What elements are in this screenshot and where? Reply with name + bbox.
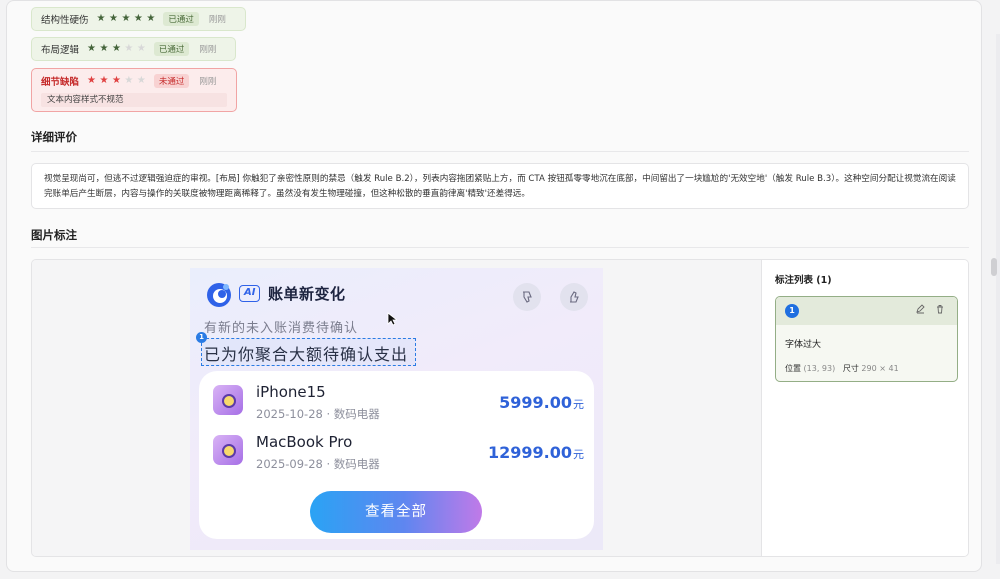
status-badge: 未通过: [153, 74, 190, 88]
annotation-mark-box[interactable]: [201, 338, 416, 366]
annotation-canvas[interactable]: AI 账单新变化 有新的未入账消费待确认 已为你聚合大额待确认支出 1 iPho…: [32, 260, 762, 556]
section-divider: [31, 151, 969, 152]
issue-detail: 文本内容样式不规范: [41, 93, 227, 107]
price-unit: 元: [573, 398, 584, 411]
right-edge-strip: [996, 34, 1000, 564]
trash-icon[interactable]: [933, 304, 947, 318]
card-subtitle: 有新的未入账消费待确认: [204, 321, 359, 336]
star-icon: ★: [124, 43, 134, 54]
star-icon: ★: [99, 75, 109, 86]
star-icon: ★: [111, 75, 121, 86]
annotation-item[interactable]: 1 字体过大 位置 (13, 93) 尺寸 290 × 41: [775, 296, 958, 382]
star-icon: ★: [96, 13, 106, 24]
view-all-button[interactable]: 查看全部: [310, 491, 482, 533]
annotation-workspace: AI 账单新变化 有新的未入账消费待确认 已为你聚合大额待确认支出 1 iPho…: [31, 259, 969, 557]
annotation-mark-number: 1: [196, 332, 207, 343]
thumb-up-icon[interactable]: [560, 283, 588, 311]
price-value: 12999.00: [487, 443, 572, 462]
rating-stars: ★ ★ ★ ★ ★: [87, 76, 146, 86]
timestamp: 刚刚: [199, 45, 217, 55]
bill-list-card: iPhone15 2025-10-28 · 数码电器 5999.00元 MacB…: [199, 371, 594, 539]
star-icon: ★: [124, 75, 134, 86]
star-icon: ★: [121, 13, 131, 24]
star-icon: ★: [87, 75, 96, 86]
star-icon: ★: [99, 43, 109, 54]
star-icon: ★: [108, 13, 118, 24]
item-price: 5999.00元: [499, 393, 584, 412]
item-name: iPhone15: [256, 383, 326, 401]
annotation-meta: 位置 (13, 93) 尺寸 290 × 41: [785, 363, 899, 374]
item-name: MacBook Pro: [256, 433, 353, 451]
position-label: 位置: [785, 364, 801, 373]
item-subtitle: 2025-09-28 · 数码电器: [256, 457, 380, 471]
page-scrollbar[interactable]: [991, 258, 997, 276]
card-title: 账单新变化: [268, 285, 346, 303]
annotated-screenshot[interactable]: AI 账单新变化 有新的未入账消费待确认 已为你聚合大额待确认支出 1 iPho…: [190, 268, 603, 550]
status-badge: 已通过: [153, 42, 190, 56]
star-icon: ★: [87, 43, 96, 54]
star-icon: ★: [146, 13, 156, 24]
thumb-down-icon[interactable]: [513, 283, 541, 311]
item-price: 12999.00元: [488, 443, 584, 462]
annotation-title: 字体过大: [785, 340, 822, 350]
rating-stars: ★ ★ ★ ★ ★: [97, 14, 156, 24]
timestamp: 刚刚: [208, 15, 226, 25]
score-card-row: 细节缺陷 ★ ★ ★ ★ ★ 未通过 刚刚: [41, 73, 227, 89]
annotation-list-panel: 标注列表 (1) 1 字体过大 位置 (13, 93) 尺寸 290 × 41: [762, 260, 968, 556]
score-card-structure: 结构性硬伤 ★ ★ ★ ★ ★ 已通过 刚刚: [31, 7, 246, 31]
star-icon: ★: [111, 43, 121, 54]
price-unit: 元: [573, 448, 584, 461]
camera-icon: [213, 435, 243, 465]
camera-icon: [213, 385, 243, 415]
mouse-pointer-icon: [387, 312, 399, 329]
rating-stars: ★ ★ ★ ★ ★: [87, 44, 146, 54]
pencil-icon[interactable]: [913, 304, 927, 318]
score-card-detail: 细节缺陷 ★ ★ ★ ★ ★ 未通过 刚刚 文本内容样式不规范: [31, 68, 237, 112]
score-category: 布局逻辑: [41, 45, 80, 56]
detail-description: 视觉呈现尚可，但逃不过逻辑强迫症的审视。[布局] 你触犯了亲密性原则的禁忌（触发…: [31, 163, 969, 209]
section-divider: [31, 247, 969, 248]
annotation-section-title: 图片标注: [31, 228, 77, 242]
annotation-list-title: 标注列表 (1): [775, 275, 832, 286]
status-badge: 已通过: [163, 12, 199, 26]
score-category: 结构性硬伤: [41, 15, 89, 26]
app-logo-icon: [207, 283, 231, 307]
timestamp: 刚刚: [199, 77, 217, 87]
annotation-index-badge: 1: [785, 304, 799, 318]
price-value: 5999.00: [499, 393, 572, 412]
detail-section-title: 详细评价: [31, 130, 77, 144]
star-icon: ★: [133, 13, 143, 24]
score-card-layout: 布局逻辑 ★ ★ ★ ★ ★ 已通过 刚刚: [31, 37, 236, 61]
star-icon: ★: [136, 75, 146, 86]
star-icon: ★: [136, 43, 146, 54]
annotation-item-header: 1: [776, 297, 957, 325]
size-value: 290 × 41: [861, 364, 899, 373]
review-panel: 结构性硬伤 ★ ★ ★ ★ ★ 已通过 刚刚 布局逻辑 ★ ★ ★ ★ ★ 已通…: [6, 0, 982, 572]
score-category: 细节缺陷: [41, 77, 80, 88]
ai-tag: AI: [239, 285, 261, 302]
size-label: 尺寸: [842, 364, 859, 373]
item-subtitle: 2025-10-28 · 数码电器: [256, 407, 380, 421]
position-value: (13, 93): [803, 364, 836, 373]
